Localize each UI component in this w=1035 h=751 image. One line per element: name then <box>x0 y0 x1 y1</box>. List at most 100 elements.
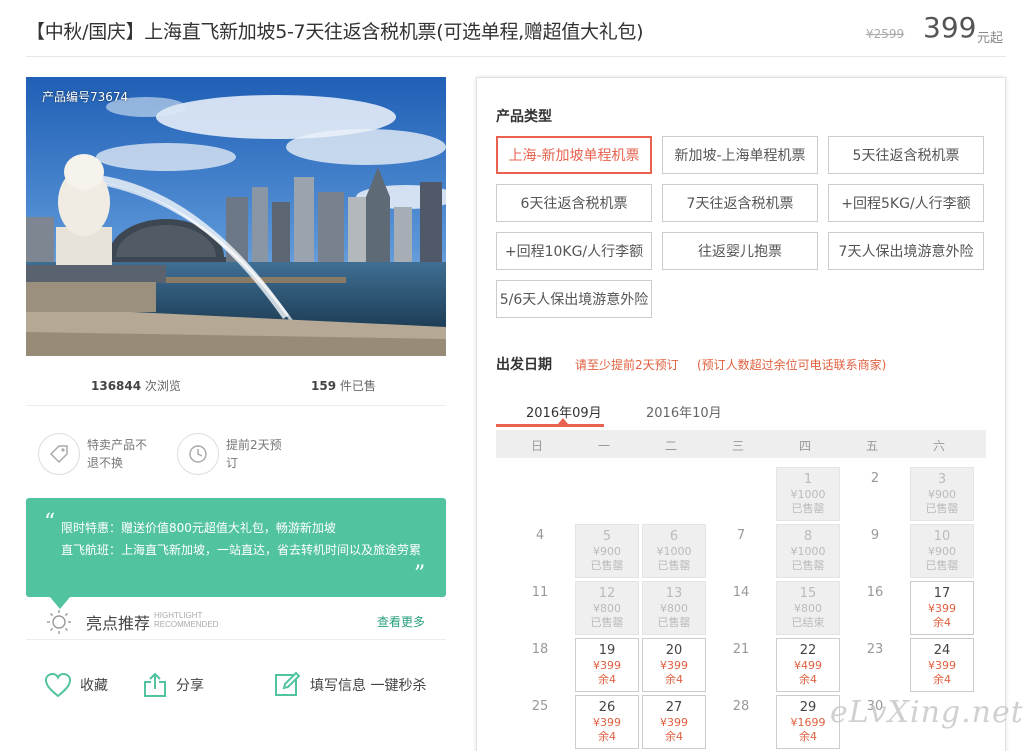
open-quote-icon: “ <box>44 510 56 535</box>
feature-text: 特卖产品不退不换 <box>87 438 148 470</box>
share-icon <box>144 672 166 697</box>
tab-month-oct[interactable]: 2016年10月 <box>646 402 722 421</box>
favorite-button[interactable]: 收藏 <box>44 672 108 698</box>
day-price: ¥800 <box>593 602 621 615</box>
day-price: ¥399 <box>928 602 956 615</box>
calendar-day[interactable]: 26 ¥399 余4 <box>575 695 639 749</box>
day-status: 余4 <box>665 730 683 743</box>
singapore-skyline-image <box>26 77 446 356</box>
view-more-link[interactable]: 查看更多 <box>377 613 425 630</box>
day-status: 已售罄 <box>791 559 825 572</box>
calendar-day: 21 <box>709 638 773 692</box>
calendar-day: 9 <box>843 524 907 578</box>
day-number: 9 <box>870 528 880 543</box>
weekday-label: 一 <box>597 439 610 453</box>
calendar-day: 12 ¥800 已售罄 <box>575 581 639 635</box>
day-number: 28 <box>732 699 750 714</box>
booking-panel: 产品类型 上海-新加坡单程机票 新加坡-上海单程机票 5天往返含税机票 6天往返含税机… <box>476 77 1006 751</box>
feature-no-refund: 特卖产品不退不换 <box>38 433 153 475</box>
day-number: 26 <box>598 700 616 715</box>
edit-icon <box>275 672 301 696</box>
day-price: ¥499 <box>794 659 822 672</box>
product-type-option[interactable]: 7天往返含税机票 <box>662 184 818 222</box>
day-number: 21 <box>732 642 750 657</box>
book-button[interactable]: 填写信息 一键秒杀 <box>274 672 426 698</box>
day-price: ¥900 <box>928 545 956 558</box>
product-type-option[interactable]: 6天往返含税机票 <box>496 184 652 222</box>
calendar-day[interactable]: 20 ¥399 余4 <box>642 638 706 692</box>
day-price: ¥399 <box>660 716 688 729</box>
product-type-option[interactable]: 5天往返含税机票 <box>828 136 984 174</box>
calendar-day[interactable]: 27 ¥399 余4 <box>642 695 706 749</box>
day-number: 17 <box>933 586 951 601</box>
heart-icon <box>44 672 72 698</box>
product-type-option[interactable]: +回程5KG/人行李额 <box>828 184 984 222</box>
title-bar: 【中秋/国庆】上海直飞新加坡5-7天往返含税机票(可选单程,赠超值大礼包) ¥2… <box>26 0 1006 57</box>
product-type-option[interactable]: +回程10KG/人行李额 <box>496 232 652 270</box>
day-number: 12 <box>598 586 616 601</box>
calendar-day: 3 ¥900 已售罄 <box>910 467 974 521</box>
promo-line-1: 限时特惠：赠送价值800元超值大礼包，畅游新加坡 <box>61 521 336 535</box>
weekday-label: 六 <box>932 439 945 453</box>
month-tabs: 2016年09月 2016年10月 <box>496 398 986 430</box>
calendar-day: 6 ¥1000 已售罄 <box>642 524 706 578</box>
close-quote-icon: ” <box>414 562 426 587</box>
day-number: 22 <box>799 643 817 658</box>
action-bar: 收藏 分享 填写信息 一键秒杀 <box>26 660 446 714</box>
product-title: 【中秋/国庆】上海直飞新加坡5-7天往返含税机票(可选单程,赠超值大礼包) <box>26 21 644 43</box>
day-status: 已售罄 <box>791 502 825 515</box>
view-count: 136844 次浏览 <box>91 379 181 393</box>
share-button[interactable]: 分享 <box>142 672 204 698</box>
calendar-day: 18 <box>508 638 572 692</box>
day-price: ¥399 <box>593 659 621 672</box>
day-number: 14 <box>732 585 750 600</box>
day-price: ¥900 <box>593 545 621 558</box>
day-price: ¥800 <box>794 602 822 615</box>
day-number: 3 <box>937 472 947 487</box>
sun-icon <box>47 610 71 634</box>
calendar-day[interactable]: 17 ¥399 余4 <box>910 581 974 635</box>
day-status: 已售罄 <box>925 502 959 515</box>
promo-line-2: 直飞航班：上海直飞新加坡，一站直达，省去转机时间以及旅途劳累 <box>61 543 422 557</box>
day-status: 已售罄 <box>590 616 624 629</box>
advance-booking-note: 请至少提前2天预订 <box>575 358 679 372</box>
product-type-option[interactable]: 7天人保出境游意外险 <box>828 232 984 270</box>
day-number: 4 <box>535 528 545 543</box>
highlights-subtitle: HIGHTLIGHT RECOMMENDED <box>154 611 219 629</box>
day-number: 24 <box>933 643 951 658</box>
calendar-day[interactable]: 22 ¥499 余4 <box>776 638 840 692</box>
day-number: 27 <box>665 700 683 715</box>
day-number: 1 <box>803 472 813 487</box>
current-price: 399 <box>923 11 977 44</box>
weekday-label: 四 <box>798 439 811 453</box>
day-number: 11 <box>531 585 549 600</box>
calendar-day[interactable]: 24 ¥399 余4 <box>910 638 974 692</box>
weekday-label: 日 <box>530 439 543 453</box>
product-type-option[interactable]: 5/6天人保出境游意外险 <box>496 280 652 318</box>
day-number: 16 <box>866 585 884 600</box>
day-status: 余4 <box>933 673 951 686</box>
product-photo: 产品编号73674 <box>26 77 446 356</box>
price-unit: 元起 <box>977 31 1004 46</box>
product-type-option[interactable]: 往返婴儿抱票 <box>662 232 818 270</box>
day-price: ¥900 <box>928 488 956 501</box>
weekday-label: 五 <box>865 439 878 453</box>
product-type-option[interactable]: 新加坡-上海单程机票 <box>662 136 818 174</box>
calendar-day: 11 <box>508 581 572 635</box>
day-number: 7 <box>736 528 746 543</box>
highlights-header: 亮点推荐 HIGHTLIGHT RECOMMENDED 查看更多 <box>26 605 446 640</box>
day-status: 已售罄 <box>657 616 691 629</box>
calendar-day: 15 ¥800 已结束 <box>776 581 840 635</box>
calendar-day: 7 <box>709 524 773 578</box>
product-id: 产品编号73674 <box>42 90 129 104</box>
calendar-day[interactable]: 19 ¥399 余4 <box>575 638 639 692</box>
day-number: 10 <box>933 529 951 544</box>
day-number: 5 <box>602 529 612 544</box>
day-status: 余4 <box>799 730 817 743</box>
product-type-option[interactable]: 上海-新加坡单程机票 <box>496 136 652 174</box>
day-number: 6 <box>669 529 679 544</box>
day-status: 已售罄 <box>925 559 959 572</box>
highlights-title: 亮点推荐 <box>86 614 151 633</box>
tag-icon <box>38 433 80 475</box>
day-price: ¥1000 <box>656 545 692 558</box>
